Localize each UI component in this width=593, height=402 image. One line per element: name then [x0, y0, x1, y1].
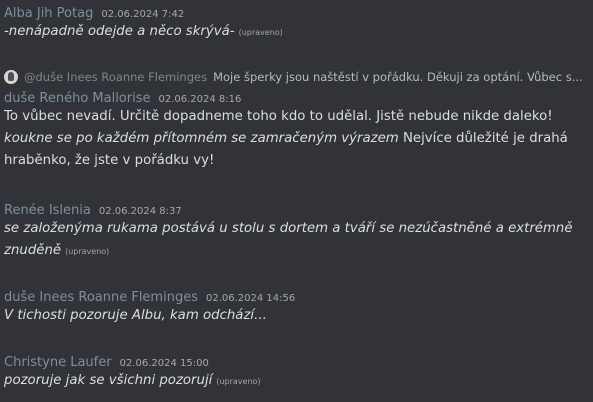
message-body: pozoruje jak se všichni pozorují (upraven… — [4, 370, 587, 393]
message-body: se založenýma rukama postává u stolu s d… — [4, 218, 587, 263]
message-text: -nenápadně odejde a něco skrývá- — [4, 24, 235, 39]
message-body: To vůbec nevadí. Určitě dopadneme toho k… — [4, 106, 587, 172]
message-header: duše Inees Roanne Fleminges 02.06.2024 1… — [4, 290, 587, 305]
message-line: znuděně (upraveno) — [4, 240, 587, 263]
message-line: To vůbec nevadí. Určitě dopadneme toho k… — [4, 109, 553, 124]
timestamp[interactable]: 02.06.2024 15:00 — [120, 358, 209, 369]
reply-mention[interactable]: @duše Inees Roanne Fleminges — [24, 70, 207, 84]
message-text: Nejvíce důležité je drahá — [398, 131, 568, 146]
message-text: V tichosti pozoruje Albu, kam odchází... — [4, 308, 267, 323]
author-name[interactable]: Alba Jih Potag — [4, 6, 93, 21]
reply-preview[interactable]: @duše Inees Roanne Fleminges Moje šperky… — [4, 70, 587, 84]
message-text: znuděně — [4, 243, 62, 258]
message-line: koukne se po každém přítomném se zamrače… — [4, 128, 587, 150]
message-body: -nenápadně odejde a něco skrývá- (upraven… — [4, 21, 587, 44]
timestamp[interactable]: 02.06.2024 14:56 — [206, 293, 295, 304]
message-header: Alba Jih Potag 02.06.2024 7:42 — [4, 6, 587, 21]
author-name[interactable]: duše Inees Roanne Fleminges — [4, 290, 198, 305]
author-name[interactable]: Christyne Laufer — [4, 355, 112, 370]
timestamp[interactable]: 02.06.2024 7:42 — [101, 9, 184, 20]
edited-label: (upraveno) — [238, 28, 283, 37]
author-name[interactable]: Renée Islenia — [4, 203, 91, 218]
author-name[interactable]: duše Reného Mallorise — [4, 91, 151, 106]
message-3: Renée Islenia 02.06.2024 8:37 se založen… — [4, 203, 587, 263]
message-4: duše Inees Roanne Fleminges 02.06.2024 1… — [4, 290, 587, 327]
message-line: se založenýma rukama postává u stolu s d… — [4, 221, 573, 236]
message-5: Christyne Laufer 02.06.2024 15:00 pozoru… — [4, 355, 587, 393]
timestamp[interactable]: 02.06.2024 8:16 — [159, 94, 242, 105]
message-1: Alba Jih Potag 02.06.2024 7:42 -nenápadn… — [4, 6, 587, 44]
timestamp[interactable]: 02.06.2024 8:37 — [99, 206, 182, 217]
message-header: Renée Islenia 02.06.2024 8:37 — [4, 203, 587, 218]
edited-label: (upraveno) — [216, 377, 261, 386]
message-action: koukne se po každém přítomném se zamrače… — [4, 131, 399, 146]
edited-label: (upraveno) — [65, 247, 110, 256]
message-body: V tichosti pozoruje Albu, kam odchází... — [4, 305, 587, 327]
reply-text[interactable]: Moje šperky jsou naštěstí v pořádku. Děk… — [213, 70, 583, 84]
message-line: hraběnko, že jste v pořádku vy! — [4, 153, 215, 168]
message-header: Christyne Laufer 02.06.2024 15:00 — [4, 355, 587, 370]
message-header: duše Reného Mallorise 02.06.2024 8:16 — [4, 91, 587, 106]
reply-avatar — [4, 70, 18, 84]
message-text: pozoruje jak se všichni pozorují — [4, 373, 213, 388]
message-2: @duše Inees Roanne Fleminges Moje šperky… — [4, 70, 587, 172]
